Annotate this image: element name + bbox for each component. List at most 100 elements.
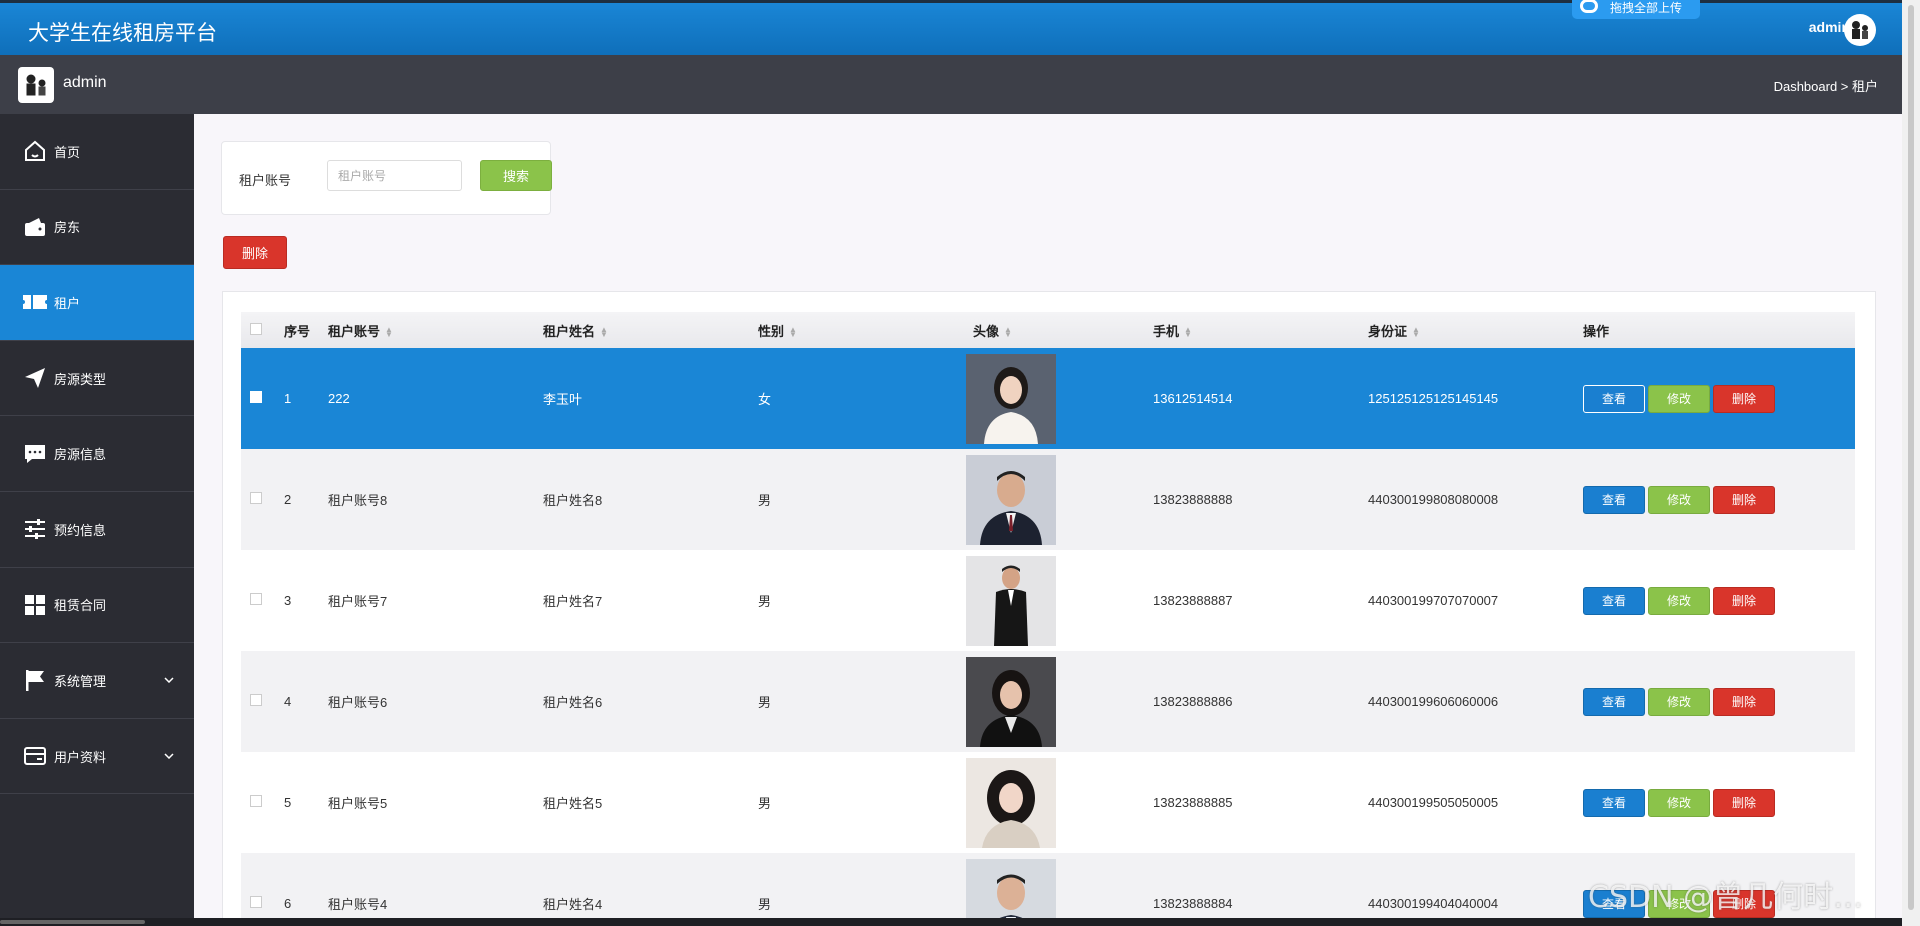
row-checkbox[interactable] xyxy=(250,694,262,706)
main-content: 租户账号 搜索 删除 序号 租户账号▲▼ 租户姓名▲▼ 性别▲▼ 头像▲▼ 手机… xyxy=(194,114,1902,926)
sidebar-item-appointment[interactable]: 预约信息 xyxy=(0,492,194,568)
row-checkbox[interactable] xyxy=(250,391,262,403)
cell-index: 2 xyxy=(284,492,292,507)
delete-button[interactable]: 删除 xyxy=(1713,485,1775,514)
upload-chip[interactable]: 拖拽全部上传 xyxy=(1572,0,1700,19)
paper-plane-icon xyxy=(22,365,48,391)
col-account[interactable]: 租户账号 ▲ ▼ xyxy=(321,312,536,348)
sidebar: 首页 房东 租户 房源类型 房源信息 预约信息 租赁合同 系统管理 用户资料 xyxy=(0,114,194,926)
edit-button[interactable]: 修改 xyxy=(1648,586,1710,615)
sidebar-item-label: 租赁合同 xyxy=(54,598,107,614)
delete-button[interactable]: 删除 xyxy=(1713,384,1775,413)
row-checkbox[interactable] xyxy=(250,492,262,504)
cell-account: 租户账号6 xyxy=(328,695,388,710)
cell-name: 租户姓名5 xyxy=(543,796,603,811)
edit-button[interactable]: 修改 xyxy=(1648,687,1710,716)
sidebar-item-tenant[interactable]: 租户 xyxy=(0,265,194,341)
edit-button[interactable]: 修改 xyxy=(1648,384,1710,413)
cell-idcard: 440300199404040004 xyxy=(1368,896,1499,911)
cell-idcard: 125125125125145145 xyxy=(1368,391,1499,406)
vertical-scrollbar[interactable] xyxy=(1902,0,1920,926)
cell-account: 222 xyxy=(328,391,350,406)
edit-button[interactable]: 修改 xyxy=(1648,788,1710,817)
horizontal-scrollbar[interactable] xyxy=(0,918,1902,926)
table-row[interactable]: 3 租户账号7 租户姓名7 男 13823888887 440300199707… xyxy=(241,550,1855,651)
cell-index: 4 xyxy=(284,694,292,709)
sidebar-item-home[interactable]: 首页 xyxy=(0,114,194,190)
table-header-row: 序号 租户账号 ▲ ▼ 租户姓名 ▲ ▼ 性别 ▲ ▼ 头像 ▲ ▼ 手机 ▲ ▼ 身份证 ▲ ▼ 操作 xyxy=(241,312,1855,348)
col-gender[interactable]: 性别 ▲ ▼ xyxy=(751,312,966,348)
search-button[interactable]: 搜索 xyxy=(480,160,552,191)
tenant-photo xyxy=(966,858,1056,926)
select-all-checkbox[interactable] xyxy=(250,322,262,335)
search-input[interactable] xyxy=(327,160,462,191)
tenant-photo xyxy=(966,757,1056,848)
table-row[interactable]: 5 租户账号5 租户姓名5 男 13823888885 440300199505… xyxy=(241,752,1855,853)
sidebar-item-label: 预约信息 xyxy=(54,522,107,538)
sub-avatar[interactable] xyxy=(18,67,54,103)
delete-button[interactable]: 删除 xyxy=(1713,687,1775,716)
view-button[interactable]: 查看 xyxy=(1583,586,1645,615)
cell-account: 租户账号5 xyxy=(328,796,388,811)
sort-icon[interactable]: ▲ ▼ xyxy=(600,326,608,339)
link-icon xyxy=(1580,0,1598,13)
card-icon xyxy=(22,743,48,769)
sidebar-item-system[interactable]: 系统管理 xyxy=(0,643,194,719)
delete-button[interactable]: 删除 xyxy=(1713,788,1775,817)
view-button[interactable]: 查看 xyxy=(1583,485,1645,514)
edit-button[interactable]: 修改 xyxy=(1648,485,1710,514)
search-panel: 租户账号 搜索 xyxy=(221,141,552,215)
view-button[interactable]: 查看 xyxy=(1583,384,1645,413)
scroll-thumb[interactable] xyxy=(1908,5,1914,910)
cell-index: 3 xyxy=(284,593,292,608)
sidebar-item-house-type[interactable]: 房源类型 xyxy=(0,341,194,417)
sidebar-item-label: 租户 xyxy=(54,295,81,311)
sort-icon[interactable]: ▲ ▼ xyxy=(1184,326,1192,339)
sort-icon[interactable]: ▲ ▼ xyxy=(789,326,797,339)
cell-index: 1 xyxy=(284,391,292,406)
sort-icon[interactable]: ▲ ▼ xyxy=(1412,326,1420,339)
tenant-photo xyxy=(966,454,1056,545)
sidebar-item-label: 首页 xyxy=(54,144,81,160)
sidebar-item-landlord[interactable]: 房东 xyxy=(0,190,194,266)
sidebar-item-label: 房源信息 xyxy=(54,447,107,463)
table-row[interactable]: 2 租户账号8 租户姓名8 男 13823888888 440300199808… xyxy=(241,449,1855,550)
view-button[interactable]: 查看 xyxy=(1583,788,1645,817)
scroll-thumb[interactable] xyxy=(0,920,145,924)
sidebar-item-profile[interactable]: 用户资料 xyxy=(0,719,194,795)
cell-phone: 13823888887 xyxy=(1153,593,1233,608)
cell-ops: 查看 修改 删除 xyxy=(1576,348,1855,449)
row-checkbox[interactable] xyxy=(250,795,262,807)
cell-gender: 男 xyxy=(758,897,772,912)
table-row[interactable]: 4 租户账号6 租户姓名6 男 13823888886 440300199606… xyxy=(241,651,1855,752)
sort-icon[interactable]: ▲ ▼ xyxy=(385,326,393,339)
cell-phone: 13823888888 xyxy=(1153,492,1233,507)
top-avatar[interactable] xyxy=(1844,14,1876,46)
cell-phone: 13823888885 xyxy=(1153,795,1233,810)
sort-icon[interactable]: ▲ ▼ xyxy=(1004,326,1012,339)
cell-idcard: 440300199505050005 xyxy=(1368,795,1499,810)
col-avatar[interactable]: 头像 ▲ ▼ xyxy=(966,312,1146,348)
col-phone[interactable]: 手机 ▲ ▼ xyxy=(1146,312,1361,348)
sidebar-item-label: 房东 xyxy=(54,220,81,236)
table-row[interactable]: 1 222 李玉叶 女 13612514514 1251251251251451… xyxy=(241,348,1855,449)
col-ops: 操作 xyxy=(1583,323,1610,339)
select-all-cell[interactable] xyxy=(241,312,277,348)
cell-idcard: 440300199808080008 xyxy=(1368,492,1499,507)
col-idcard[interactable]: 身份证 ▲ ▼ xyxy=(1361,312,1576,348)
delete-button[interactable]: 删除 xyxy=(1713,586,1775,615)
col-name[interactable]: 租户姓名 ▲ ▼ xyxy=(536,312,751,348)
cell-account: 租户账号4 xyxy=(328,897,388,912)
cell-gender: 男 xyxy=(758,695,772,710)
view-button[interactable]: 查看 xyxy=(1583,687,1645,716)
sidebar-item-contract[interactable]: 租赁合同 xyxy=(0,568,194,644)
batch-delete-button[interactable]: 删除 xyxy=(223,236,287,269)
table-panel: 序号 租户账号 ▲ ▼ 租户姓名 ▲ ▼ 性别 ▲ ▼ 头像 ▲ ▼ 手机 ▲ ▼ 身份证 ▲ ▼ 操作… xyxy=(222,291,1876,926)
cell-account: 租户账号7 xyxy=(328,594,388,609)
row-checkbox[interactable] xyxy=(250,593,262,605)
app-title: 大学生在线租房平台 xyxy=(28,21,217,45)
row-checkbox[interactable] xyxy=(250,896,262,908)
watermark: CSDN @曾几何时… xyxy=(1588,880,1864,915)
sidebar-item-house-info[interactable]: 房源信息 xyxy=(0,416,194,492)
cell-ops: 查看 修改 删除 xyxy=(1576,752,1855,853)
